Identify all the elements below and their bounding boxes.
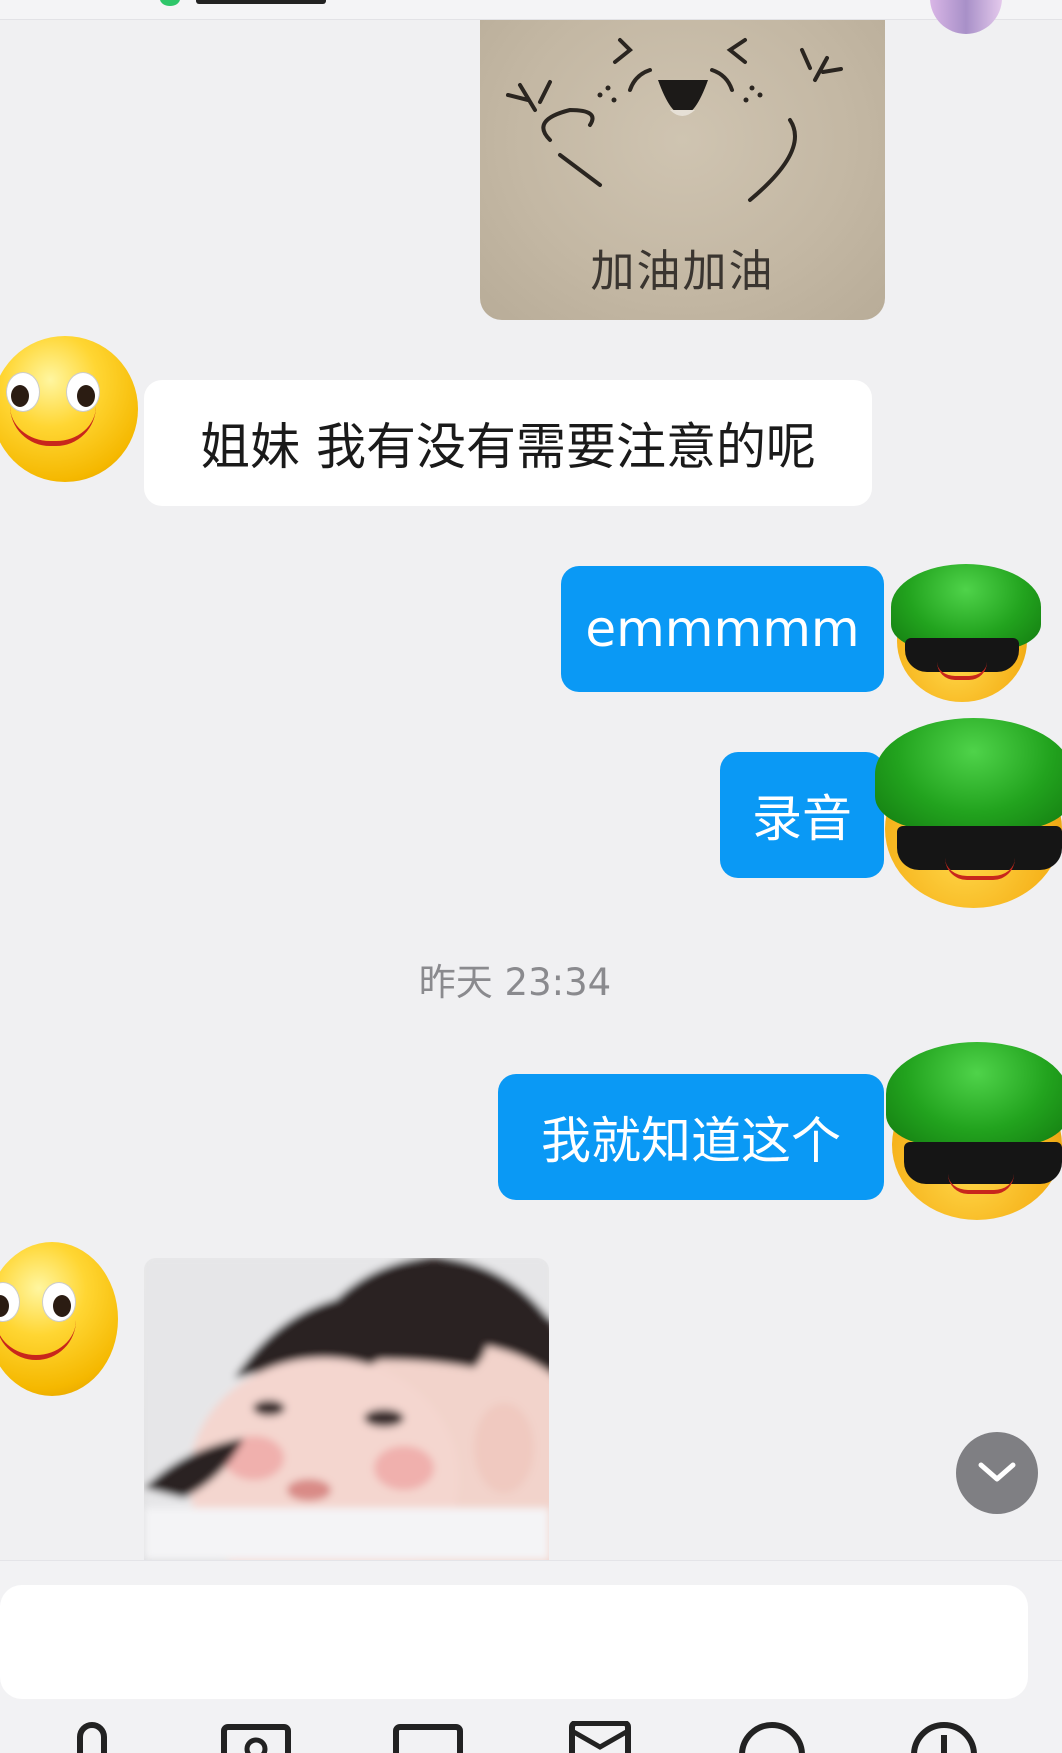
message-bubble-outgoing[interactable]: 录音 [720,752,884,878]
message-composer [0,1560,1062,1753]
sticker-image[interactable]: 加油加油 [480,20,885,320]
photo-icon[interactable] [220,1721,292,1753]
chat-header-cutoff [0,0,1062,34]
sticker-caption: 加油加油 [590,246,775,297]
baby-photo-image[interactable] [144,1258,549,1560]
add-icon[interactable] [908,1721,980,1753]
message-bubble-outgoing[interactable]: emmmmm [561,566,884,692]
message-input[interactable] [0,1585,1028,1699]
red-packet-icon[interactable] [564,1721,636,1753]
baby-face-icon [144,1258,549,1560]
mic-icon[interactable] [56,1721,128,1753]
contact-avatar-cutoff[interactable] [930,0,1002,34]
message-bubble-outgoing[interactable]: 我就知道这个 [498,1074,884,1200]
smiley-avatar-icon[interactable] [0,1242,118,1396]
message-bubble-incoming[interactable]: 姐妹 我有没有需要注意的呢 [144,380,872,506]
image-icon[interactable] [392,1721,464,1753]
turtle-avatar-icon[interactable] [875,718,1062,908]
composer-toolbar [0,1721,1062,1753]
turtle-avatar-icon[interactable] [886,1042,1062,1220]
smiley-avatar-icon[interactable] [0,336,138,482]
header-title-cutoff [196,0,326,4]
turtle-avatar-icon[interactable] [891,564,1041,702]
scroll-to-bottom-button[interactable] [956,1432,1038,1514]
emoji-icon[interactable] [736,1721,808,1753]
message-timestamp: 昨天 23:34 [418,961,612,1004]
online-status-icon [160,0,180,6]
chat-screen: 加油加油 姐妹 我有没有需要注意的呢 emmmmm 录音 昨天 23:34 我就… [0,0,1062,1753]
chevron-down-icon [978,1462,1016,1482]
